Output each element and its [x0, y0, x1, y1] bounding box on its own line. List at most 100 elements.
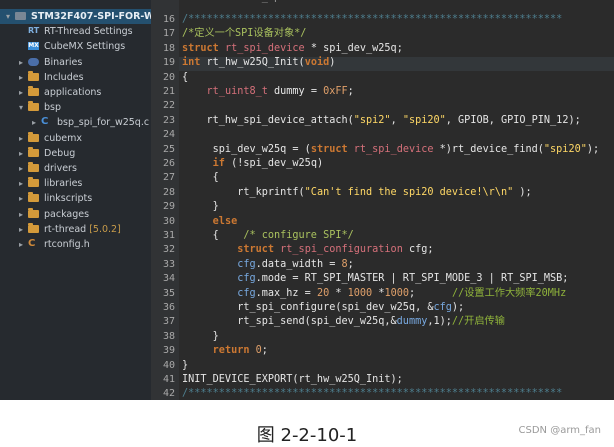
tree-item-label: Includes: [44, 71, 84, 83]
code-line[interactable]: rt_hw_spi_device_attach("spi2", "spi20",…: [182, 114, 581, 128]
chevron-right-icon[interactable]: ▸: [17, 237, 25, 252]
code-line[interactable]: }: [182, 359, 188, 373]
code-line[interactable]: cfg.mode = RT_SPI_MASTER | RT_SPI_MODE_3…: [182, 272, 568, 286]
watermark: CSDN @arm_fan: [518, 425, 601, 436]
line-number: 22: [162, 100, 175, 112]
chevron-right-icon[interactable]: ▸: [17, 70, 25, 85]
chevron-right-icon[interactable]: ▸: [17, 222, 25, 237]
code-line[interactable]: struct rt_spi_configuration cfg;: [182, 243, 433, 257]
line-number: 35: [162, 287, 175, 299]
tree-item[interactable]: ▾ bsp: [0, 100, 151, 115]
line-number: 42: [162, 388, 175, 400]
code-line[interactable]: rt_spi_send(spi_dev_w25q,&dummy,1);//开启传…: [182, 315, 505, 329]
folder-icon: [28, 131, 39, 142]
code-line[interactable]: {: [182, 171, 219, 185]
code-line[interactable]: { /* configure SPI*/: [182, 229, 354, 243]
tree-item[interactable]: ▸ Binaries: [0, 55, 151, 70]
code-line[interactable]: }: [182, 330, 219, 344]
tree-item-label: rt-thread [5.0.2]: [44, 223, 121, 235]
chevron-right-icon[interactable]: ▸: [17, 161, 25, 176]
folder-icon: [28, 146, 39, 157]
line-number: 37: [162, 316, 175, 328]
tree-item-label: applications: [44, 87, 102, 98]
line-number: 39: [162, 345, 175, 357]
c-file-icon: C: [41, 116, 49, 128]
code-line[interactable]: cfg.data_width = 8;: [182, 258, 354, 272]
code-line[interactable]: else: [182, 215, 238, 229]
code-line-partial: #include "drv_spi.h": [182, 0, 305, 5]
tree-item[interactable]: ▸ cubemx: [0, 131, 151, 146]
tree-item[interactable]: ▸ rt-thread [5.0.2]: [0, 222, 151, 237]
code-line[interactable]: {: [182, 71, 188, 85]
line-number: 19: [162, 57, 175, 69]
line-number: 33: [162, 258, 175, 270]
line-number: 36: [162, 302, 175, 313]
tree-item-label: bsp: [44, 102, 62, 114]
tree-item[interactable]: ▸ Debug: [0, 146, 151, 161]
folder-icon: [28, 162, 39, 172]
chevron-down-icon[interactable]: ▾: [4, 9, 12, 24]
line-number: 38: [162, 330, 175, 342]
code-line[interactable]: return 0;: [182, 344, 268, 358]
tree-item[interactable]: ▸ Includes: [0, 70, 151, 85]
chevron-right-icon[interactable]: ▸: [17, 55, 25, 70]
code-line[interactable]: rt_kprintf("Can't find the spi20 device!…: [182, 186, 531, 200]
code-line[interactable]: INIT_DEVICE_EXPORT(rt_hw_w25Q_Init);: [182, 373, 403, 387]
tree-item[interactable]: ▸ applications: [0, 85, 151, 100]
tree-item[interactable]: ▸ linkscripts: [0, 191, 151, 206]
tree-item[interactable]: ▾ STM32F407-SPI-FOR-W25: [0, 9, 151, 24]
tree-item[interactable]: ▸ Crtconfig.h: [0, 237, 151, 252]
tree-item-label: linkscripts: [44, 193, 93, 205]
code-line[interactable]: rt_spi_configure(spi_dev_w25q, &cfg);: [182, 301, 464, 315]
tree-item-label: cubemx: [44, 132, 82, 144]
tree-item-label: packages: [44, 208, 90, 220]
chevron-right-icon[interactable]: ▸: [17, 207, 25, 222]
cubemx-icon: MX: [28, 42, 39, 51]
chevron-down-icon[interactable]: ▾: [17, 100, 25, 115]
project-icon: [15, 12, 26, 20]
tree-item[interactable]: RT RT-Thread Settings: [0, 24, 151, 39]
tree-item[interactable]: MX CubeMX Settings: [0, 39, 151, 54]
chevron-right-icon[interactable]: ▸: [17, 131, 25, 146]
chevron-right-icon[interactable]: ▸: [30, 115, 38, 130]
code-line[interactable]: int rt_hw_w25Q_Init(void): [182, 56, 335, 70]
line-number: 24: [162, 129, 175, 141]
tree-item[interactable]: ▸ drivers: [0, 161, 151, 176]
rt-settings-icon: RT: [28, 26, 40, 36]
tree-item[interactable]: ▸ packages: [0, 207, 151, 222]
folder-icon: [28, 177, 39, 188]
folder-icon: [28, 207, 39, 218]
line-number: 25: [162, 143, 175, 155]
tree-item-label: rtconfig.h: [44, 239, 90, 250]
line-number: 20: [162, 71, 175, 83]
folder-icon: [28, 70, 39, 81]
code-editor[interactable]: 16 17 18 19 20 21 22 23 24 25 26 27 28 29 30 31 32 33 34 35…: [151, 0, 614, 400]
version-label: [5.0.2]: [86, 223, 121, 235]
folder-icon: [28, 86, 39, 96]
code-line[interactable]: rt_uint8_t dummy = 0xFF;: [182, 85, 354, 99]
code-line[interactable]: /***************************************…: [182, 387, 562, 400]
tree-item[interactable]: ▸ libraries: [0, 176, 151, 191]
chevron-right-icon[interactable]: ▸: [17, 191, 25, 206]
chevron-right-icon[interactable]: ▸: [17, 85, 25, 100]
code-line[interactable]: cfg.max_hz = 20 * 1000 *1000; //设置工作大频率2…: [182, 287, 566, 301]
tree-item-label: Binaries: [44, 56, 83, 68]
chevron-right-icon[interactable]: ▸: [17, 176, 25, 191]
line-number: 26: [162, 158, 175, 169]
tree-item-label: CubeMX Settings: [44, 41, 126, 53]
code-line[interactable]: if (!spi_dev_w25q): [182, 157, 323, 171]
project-explorer: ▾ STM32F407-SPI-FOR-W25 RT RT-Thread Settin…: [0, 0, 151, 400]
ide-screenshot: ▾ STM32F407-SPI-FOR-W25 RT RT-Thread Settin…: [0, 0, 614, 400]
tree-item[interactable]: ▸ Cbsp_spi_for_w25q.c: [0, 115, 151, 130]
line-number: 18: [162, 42, 175, 54]
code-line[interactable]: /***************************************…: [182, 13, 562, 27]
tree-item-label: bsp_spi_for_w25q.c: [57, 117, 150, 129]
line-number: 32: [162, 244, 175, 256]
code-line[interactable]: /*定义一个SPI设备对象*/: [182, 27, 306, 41]
code-line[interactable]: struct rt_spi_device * spi_dev_w25q;: [182, 42, 403, 56]
code-line[interactable]: spi_dev_w25q = (struct rt_spi_device *)r…: [182, 143, 599, 157]
tree-item-label: Debug: [44, 147, 76, 159]
line-number: 28: [162, 186, 175, 198]
code-line[interactable]: }: [182, 200, 219, 214]
chevron-right-icon[interactable]: ▸: [17, 146, 25, 161]
